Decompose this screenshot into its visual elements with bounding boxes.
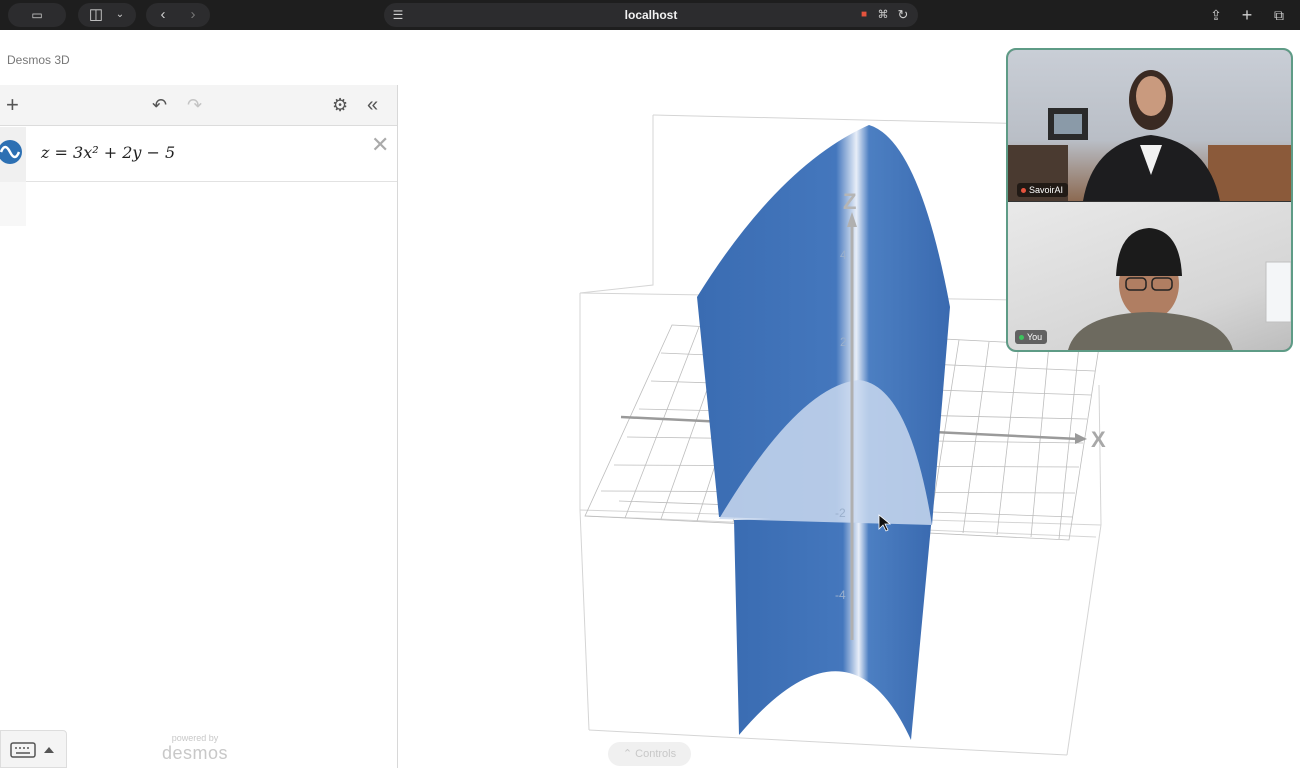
- z-tick-4: 4: [840, 248, 847, 262]
- address-bar[interactable]: ☰ localhost ■ ⌘ ↻: [384, 3, 918, 27]
- participant-name: SavoirAI: [1029, 185, 1064, 195]
- participant-video-savoirai: SavoirAI: [1008, 50, 1291, 201]
- participant-tag-you: You: [1015, 330, 1048, 344]
- controls-button[interactable]: ⌃ Controls: [608, 742, 691, 766]
- expression-row[interactable]: z = 3x² + 2y − 5 ✕: [0, 127, 397, 182]
- tabs-icon[interactable]: ⧉: [1268, 3, 1290, 27]
- caret-up-icon: [44, 747, 54, 753]
- controls-label: Controls: [635, 748, 677, 760]
- expression-panel-header: + ↶ ↷ ⚙ «: [0, 85, 397, 126]
- history-nav: ‹ ›: [146, 3, 210, 27]
- desmos-branding: powered by desmos: [160, 733, 230, 764]
- participant-tag-savoirai: SavoirAI: [1017, 183, 1069, 197]
- participant-video-you: You: [1008, 202, 1291, 350]
- delete-expression-icon[interactable]: ✕: [371, 132, 389, 158]
- back-button[interactable]: ‹: [152, 3, 174, 27]
- mic-active-dot-icon: [1019, 335, 1024, 340]
- chevron-down-icon: ⌄: [115, 9, 125, 20]
- translate-icon[interactable]: ⌘: [875, 3, 891, 27]
- expression-gutter: [0, 127, 26, 182]
- expression-panel: + ↶ ↷ ⚙ « z = 3x² + 2y − 5 ✕ powered by …: [0, 85, 398, 768]
- tab-overview-button[interactable]: ▭: [8, 3, 66, 27]
- add-icon[interactable]: +: [6, 94, 19, 116]
- avatar-savoirai: [1008, 70, 1291, 201]
- surface-lower: [734, 515, 932, 740]
- gear-icon[interactable]: ⚙: [332, 94, 348, 116]
- undo-icon[interactable]: ↶: [152, 94, 167, 116]
- app-title: Desmos 3D: [7, 53, 70, 67]
- sidebar-toggle-icon: ◫: [88, 6, 104, 23]
- reload-icon[interactable]: ↻: [895, 3, 911, 27]
- video-call-overlay[interactable]: SavoirAI You: [1006, 48, 1293, 352]
- camera-recording-icon[interactable]: ■: [856, 3, 872, 27]
- participant-name: You: [1027, 332, 1043, 342]
- chevron-up-icon: ⌃: [622, 748, 636, 760]
- z-tick-neg4: -4: [835, 588, 846, 602]
- new-expression-gutter: [0, 182, 26, 226]
- z-axis-label: Z: [843, 189, 856, 214]
- redo-icon[interactable]: ↷: [187, 94, 202, 116]
- z-tick-2: 2: [840, 335, 847, 349]
- sidebar-toggle-button[interactable]: ◫ ⌄: [78, 3, 136, 27]
- tab-overview-icon: ▭: [31, 8, 43, 22]
- expression-latex[interactable]: z = 3x² + 2y − 5: [41, 143, 175, 162]
- graph-color-icon[interactable]: [0, 127, 26, 182]
- avatar-you: [1068, 228, 1291, 350]
- browser-toolbar: ▭ ◫ ⌄ ‹ › ☰ localhost ■ ⌘ ↻ ⇪ + ⧉: [0, 0, 1300, 30]
- share-icon[interactable]: ⇪: [1205, 3, 1227, 27]
- collapse-icon[interactable]: «: [367, 94, 378, 116]
- recording-dot-icon: [1021, 188, 1026, 193]
- forward-button[interactable]: ›: [182, 3, 204, 27]
- desmos-logo: desmos: [161, 743, 229, 763]
- powered-by-text: powered by: [171, 733, 219, 743]
- url-text: localhost: [624, 8, 678, 22]
- x-axis-label: X: [1091, 427, 1106, 452]
- keypad-toggle-button[interactable]: [0, 730, 67, 768]
- new-tab-icon[interactable]: +: [1236, 3, 1258, 27]
- keyboard-icon: [10, 742, 36, 758]
- z-tick-neg2: -2: [835, 506, 846, 520]
